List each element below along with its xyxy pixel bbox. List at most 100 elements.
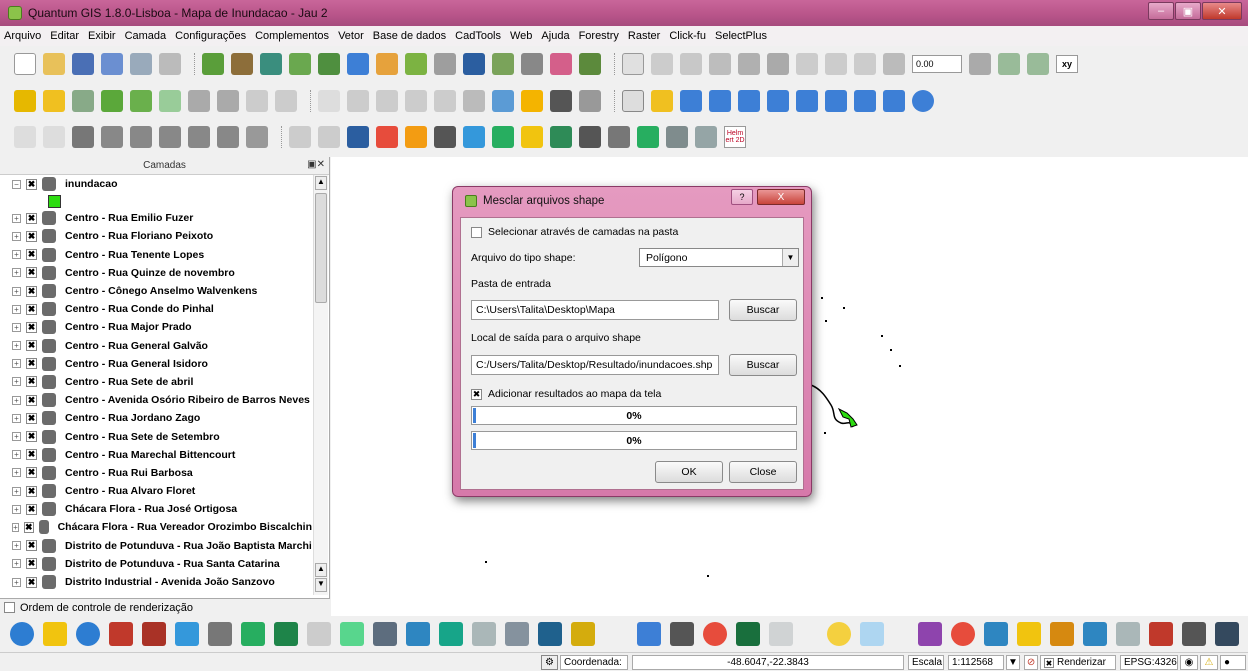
georeferencer-icon[interactable] bbox=[376, 126, 398, 148]
star-icon[interactable] bbox=[43, 90, 65, 112]
layer-row[interactable]: + ✖ Centro - Rua Quinze de novembro bbox=[0, 264, 312, 282]
layer-row[interactable]: + ✖ Centro - Rua Sete de abril bbox=[0, 373, 312, 391]
dialog-close-button[interactable]: X bbox=[757, 189, 805, 205]
pointer-icon[interactable] bbox=[307, 622, 331, 646]
crs-globe-icon[interactable]: ◉ bbox=[1180, 655, 1198, 670]
merge-features-icon[interactable] bbox=[101, 90, 123, 112]
layer-row[interactable]: − ✖ inundacao bbox=[0, 175, 312, 193]
openlayers-icon[interactable] bbox=[76, 622, 100, 646]
close-button[interactable]: Close bbox=[729, 461, 797, 483]
layer-row[interactable]: + ✖ Centro - Rua Floriano Peixoto bbox=[0, 227, 312, 245]
rotate-icon[interactable] bbox=[969, 53, 991, 75]
render-toggle[interactable]: ✖ Renderizar bbox=[1040, 655, 1116, 670]
grass-tools-icon[interactable] bbox=[241, 622, 265, 646]
layer-row[interactable]: + ✖ Centro - Rua Marechal Bittencourt bbox=[0, 446, 312, 464]
orthogonal-icon[interactable] bbox=[101, 126, 123, 148]
layer-row[interactable]: + ✖ Centro - Rua Sete de Setembro bbox=[0, 427, 312, 445]
arc-tool-icon[interactable] bbox=[130, 126, 152, 148]
table-manager-icon[interactable] bbox=[666, 126, 688, 148]
add-vector-layer-icon[interactable] bbox=[202, 53, 224, 75]
toggle-extents-icon[interactable]: ⚙ bbox=[541, 655, 558, 670]
menu-complementos[interactable]: Complementos bbox=[255, 30, 329, 42]
merge-attributes-icon[interactable] bbox=[130, 90, 152, 112]
add-part-icon[interactable] bbox=[275, 90, 297, 112]
menu-arquivo[interactable]: Arquivo bbox=[4, 30, 41, 42]
scrollbar-thumb[interactable] bbox=[315, 193, 327, 303]
menu-vetor[interactable]: Vetor bbox=[338, 30, 364, 42]
zoom-selection-icon[interactable] bbox=[767, 90, 789, 112]
coord-value[interactable]: -48.6047,-22.3843 bbox=[632, 655, 904, 670]
layer-row[interactable]: + ✖ Distrito de Potunduva - Rua Santa Cata… bbox=[0, 555, 312, 573]
scroll-up-icon[interactable]: ▲ bbox=[315, 563, 327, 577]
layer-visibility-checkbox[interactable]: ✖ bbox=[26, 576, 37, 588]
globe-icon[interactable] bbox=[10, 622, 34, 646]
split-features-icon[interactable] bbox=[72, 90, 94, 112]
change-label-icon[interactable] bbox=[463, 90, 485, 112]
move-feature-icon[interactable] bbox=[709, 53, 731, 75]
measure-icon[interactable] bbox=[318, 126, 340, 148]
digitize-icon[interactable] bbox=[340, 622, 364, 646]
add-wfs-layer-icon[interactable] bbox=[347, 53, 369, 75]
stop-render-icon[interactable]: ⊘ bbox=[1024, 655, 1038, 670]
menu-ajuda[interactable]: Ajuda bbox=[541, 30, 569, 42]
paste-features-icon[interactable] bbox=[854, 53, 876, 75]
delete-ring-icon[interactable] bbox=[217, 90, 239, 112]
layer-visibility-checkbox[interactable]: ✖ bbox=[26, 412, 37, 424]
grid-tool-icon[interactable] bbox=[608, 126, 630, 148]
select-features-icon[interactable] bbox=[651, 90, 673, 112]
menu-editar[interactable]: Editar bbox=[50, 30, 79, 42]
redo-arrow-icon[interactable] bbox=[43, 126, 65, 148]
add-results-row[interactable]: ✖ Adicionar resultados ao mapa da tela bbox=[471, 388, 661, 400]
scale-dropdown-icon[interactable]: ▼ bbox=[1006, 655, 1020, 670]
rectangle-tool-icon[interactable] bbox=[188, 126, 210, 148]
dialog-help-button[interactable]: ? bbox=[731, 189, 753, 205]
zoom-out-icon[interactable] bbox=[709, 90, 731, 112]
layer-style-icon[interactable] bbox=[579, 53, 601, 75]
scroll-up-icon[interactable]: ▲ bbox=[315, 176, 327, 190]
epsg-button[interactable]: EPSG:4326 bbox=[1120, 655, 1178, 670]
render-checkbox[interactable]: ✖ bbox=[1044, 657, 1054, 668]
undo-arrow-icon[interactable] bbox=[14, 126, 36, 148]
layer-row[interactable]: + ✖ Chácara Flora - Rua José Ortigosa bbox=[0, 500, 312, 518]
layer-visibility-checkbox[interactable]: ✖ bbox=[26, 249, 37, 261]
point-cloud-icon[interactable] bbox=[637, 126, 659, 148]
menu-camada[interactable]: Camada bbox=[125, 30, 167, 42]
layer-visibility-checkbox[interactable]: ✖ bbox=[24, 521, 34, 533]
browse-output-button[interactable]: Buscar bbox=[729, 354, 797, 376]
new-project-icon[interactable] bbox=[14, 53, 36, 75]
terrain-icon[interactable] bbox=[736, 622, 761, 646]
add-postgis-layer-icon[interactable] bbox=[260, 53, 282, 75]
refresh-icon[interactable] bbox=[912, 90, 934, 112]
scale-value[interactable]: 1:112568 bbox=[948, 655, 1004, 670]
print-composer-icon[interactable] bbox=[130, 53, 152, 75]
layer-row[interactable]: + ✖ Centro - Avenida Osório Ribeiro de Bar… bbox=[0, 391, 312, 409]
layer-row[interactable]: + ✖ Centro - Rua General Isidoro bbox=[0, 355, 312, 373]
save-project-icon[interactable] bbox=[72, 53, 94, 75]
attribute-table-icon[interactable] bbox=[550, 90, 572, 112]
ok-button[interactable]: OK bbox=[655, 461, 723, 483]
composer-icon[interactable] bbox=[918, 622, 943, 646]
add-ring-icon[interactable] bbox=[1027, 53, 1049, 75]
layer-row[interactable]: + ✖ Centro - Rua General Galvão bbox=[0, 337, 312, 355]
circle-tool-icon[interactable] bbox=[159, 126, 181, 148]
menu-click-fu[interactable]: Click-fu bbox=[669, 30, 706, 42]
browse-input-button[interactable]: Buscar bbox=[729, 299, 797, 321]
layer-row[interactable]: + ✖ Centro - Rua Tenente Lopes bbox=[0, 246, 312, 264]
shape-type-select[interactable]: Polígono ▼ bbox=[639, 248, 799, 267]
menu-web[interactable]: Web bbox=[510, 30, 532, 42]
python-console-icon[interactable] bbox=[43, 622, 67, 646]
node-tool-icon[interactable] bbox=[738, 53, 760, 75]
layer-row[interactable]: + ✖ Centro - Rua Alvaro Floret bbox=[0, 482, 312, 500]
scale-input[interactable]: 0.00 bbox=[912, 55, 962, 73]
zoom-native-icon[interactable] bbox=[825, 90, 847, 112]
layer-row[interactable]: + ✖ Chácara Flora - Rua Vereador Orozimbo … bbox=[0, 518, 312, 536]
chevron-down-icon[interactable]: ▼ bbox=[782, 249, 798, 266]
simplify-icon[interactable] bbox=[998, 53, 1020, 75]
select-by-folder-row[interactable]: Selecionar através de camadas na pasta bbox=[471, 226, 678, 238]
render-order-checkbox[interactable] bbox=[4, 602, 15, 613]
save-edits-icon[interactable] bbox=[651, 53, 673, 75]
pencil-yellow-icon[interactable] bbox=[1017, 622, 1042, 646]
add-gpx-layer-icon[interactable] bbox=[405, 53, 427, 75]
open-project-icon[interactable] bbox=[43, 53, 65, 75]
new-spatialite-icon[interactable] bbox=[492, 53, 514, 75]
